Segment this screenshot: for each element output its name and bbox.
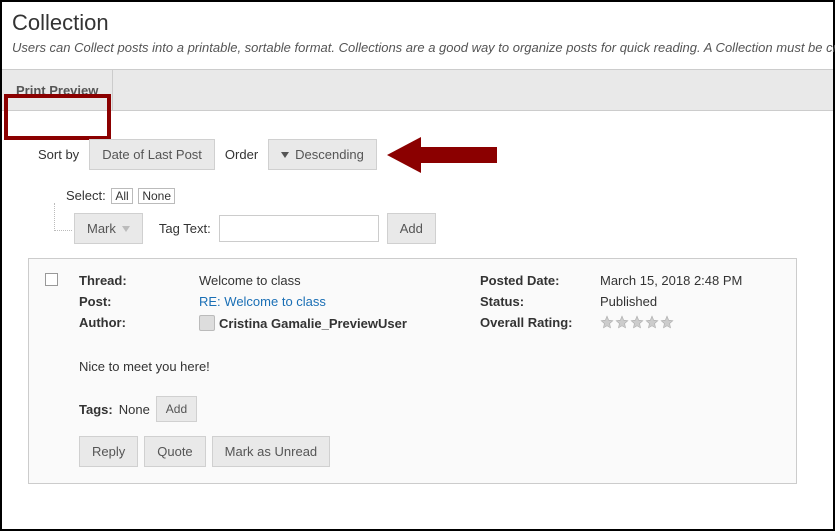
star-icon xyxy=(600,315,614,329)
thread-value: Welcome to class xyxy=(199,273,301,288)
post-body: Nice to meet you here! xyxy=(79,359,780,374)
page-subtitle: Users can Collect posts into a printable… xyxy=(12,40,823,55)
tag-text-label: Tag Text: xyxy=(159,221,211,236)
post-link[interactable]: RE: Welcome to class xyxy=(199,294,326,309)
tree-connector xyxy=(54,203,72,231)
star-icon xyxy=(660,315,674,329)
order-button[interactable]: Descending xyxy=(268,139,377,170)
reply-button[interactable]: Reply xyxy=(79,436,138,467)
rating-label: Overall Rating: xyxy=(480,315,600,330)
tags-add-button[interactable]: Add xyxy=(156,396,197,422)
page-title: Collection xyxy=(12,10,823,36)
quote-button[interactable]: Quote xyxy=(144,436,205,467)
order-value: Descending xyxy=(295,147,364,162)
sort-by-label: Sort by xyxy=(38,147,79,162)
thread-label: Thread: xyxy=(79,273,199,288)
tag-text-input[interactable] xyxy=(219,215,379,242)
post-label: Post: xyxy=(79,294,199,309)
mark-as-unread-button[interactable]: Mark as Unread xyxy=(212,436,330,467)
post-card: Thread: Welcome to class Post: RE: Welco… xyxy=(28,258,797,484)
tag-add-button[interactable]: Add xyxy=(387,213,436,244)
rating-stars xyxy=(600,315,674,330)
author-label: Author: xyxy=(79,315,199,331)
tab-bar: Print Preview xyxy=(2,69,833,111)
select-all-link[interactable]: All xyxy=(111,188,132,204)
status-value: Published xyxy=(600,294,657,309)
star-icon xyxy=(645,315,659,329)
sort-by-button[interactable]: Date of Last Post xyxy=(89,139,215,170)
posted-date-value: March 15, 2018 2:48 PM xyxy=(600,273,742,288)
chevron-down-icon xyxy=(281,152,289,158)
chevron-down-icon xyxy=(122,226,130,232)
status-label: Status: xyxy=(480,294,600,309)
tags-label: Tags: xyxy=(79,402,113,417)
select-none-link[interactable]: None xyxy=(138,188,175,204)
annotation-arrow xyxy=(387,141,497,169)
star-icon xyxy=(630,315,644,329)
star-icon xyxy=(615,315,629,329)
post-checkbox[interactable] xyxy=(45,273,58,286)
mark-label: Mark xyxy=(87,221,116,236)
order-label: Order xyxy=(225,147,258,162)
tags-value: None xyxy=(119,402,150,417)
avatar-icon xyxy=(199,315,215,331)
select-label: Select: xyxy=(66,188,106,203)
mark-button[interactable]: Mark xyxy=(74,213,143,244)
author-value: Cristina Gamalie_PreviewUser xyxy=(199,315,407,331)
posted-date-label: Posted Date: xyxy=(480,273,600,288)
